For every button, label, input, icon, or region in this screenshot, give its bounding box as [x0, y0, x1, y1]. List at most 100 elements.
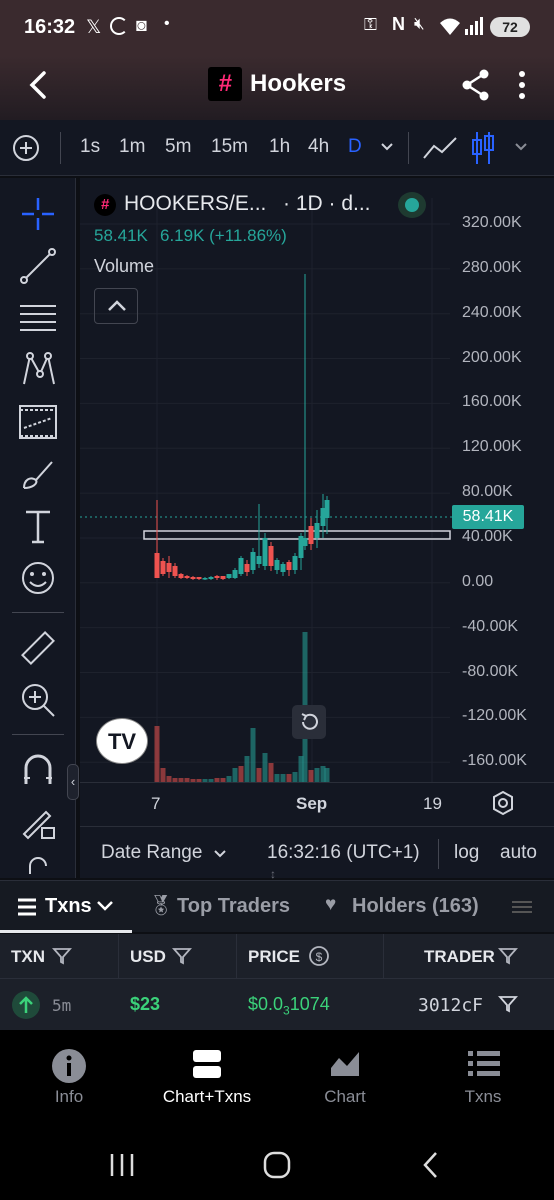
- date-range-button[interactable]: Date Range: [101, 842, 202, 864]
- symbol-logo: #: [94, 194, 116, 216]
- candle-body: [160, 561, 166, 574]
- nav-chart-label: Chart: [324, 1087, 366, 1106]
- filter-icon[interactable]: [498, 947, 518, 965]
- discord-icon: ◙: [136, 15, 147, 35]
- chevron-down-icon[interactable]: [213, 849, 227, 859]
- chevron-down-icon[interactable]: [514, 142, 528, 152]
- txn-price: $0.031074: [248, 994, 330, 1018]
- crosshair-icon[interactable]: [16, 192, 60, 236]
- status-time: 16:32: [24, 16, 76, 38]
- fib-lines-icon[interactable]: [16, 296, 60, 340]
- nav-info[interactable]: Info: [0, 1030, 138, 1130]
- divider: [438, 839, 439, 869]
- filter-icon[interactable]: [172, 947, 192, 965]
- tab-top-traders[interactable]: Top Traders: [177, 895, 290, 918]
- chevron-down-icon[interactable]: [96, 899, 114, 913]
- volume-bar: [286, 774, 292, 782]
- text-icon[interactable]: [16, 504, 60, 548]
- lock-icon[interactable]: [16, 854, 60, 878]
- signal-icon: [465, 17, 483, 35]
- candle-body: [208, 577, 214, 579]
- chart-symbol[interactable]: HOOKERS/E...: [124, 192, 266, 216]
- zoom-in-icon[interactable]: [16, 678, 60, 722]
- drawing-tools-panel: ‹: [0, 178, 79, 878]
- volume-bar: [160, 768, 166, 782]
- col-price: PRICE: [248, 947, 300, 966]
- pattern-icon[interactable]: [16, 348, 60, 392]
- system-back-icon[interactable]: [420, 1150, 442, 1180]
- timeframe-d[interactable]: D: [348, 136, 362, 158]
- chart-txns-icon: [193, 1050, 221, 1078]
- list-icon: [468, 1051, 500, 1076]
- collapse-legend-button[interactable]: [94, 288, 138, 324]
- candlestick-icon[interactable]: [470, 130, 496, 166]
- back-arrow-icon[interactable]: [26, 70, 52, 100]
- divider: [12, 612, 64, 613]
- price-chart[interactable]: # HOOKERS/E... · 1D · d... 58.41K 6.19K …: [80, 178, 554, 878]
- chart-interval[interactable]: · 1D · d...: [283, 192, 371, 216]
- brush-icon[interactable]: [16, 452, 60, 496]
- timeframe-15m[interactable]: 15m: [211, 136, 248, 158]
- timeframe-1h[interactable]: 1h: [269, 136, 290, 158]
- emoji-icon[interactable]: [16, 556, 60, 600]
- sync-icon: [110, 17, 128, 35]
- axis-divider: [80, 782, 554, 783]
- reset-chart-button[interactable]: [292, 705, 326, 739]
- token-logo: #: [208, 67, 242, 101]
- candle-body: [184, 576, 190, 578]
- y-tick-label: -80.00K: [462, 662, 519, 680]
- heart-icon: ♥: [325, 894, 337, 915]
- candle-body: [232, 570, 238, 578]
- tradingview-logo[interactable]: TV: [96, 718, 148, 764]
- liquidity-icon[interactable]: [510, 899, 534, 915]
- candle-body: [274, 560, 280, 570]
- volume-label: Volume: [94, 256, 155, 276]
- candle-body: [314, 523, 320, 538]
- y-tick-label: 80.00K: [462, 483, 513, 501]
- volume-bar: [308, 770, 314, 782]
- market-status: [398, 192, 426, 218]
- timeframe-1s[interactable]: 1s: [80, 136, 100, 158]
- buy-arrow-icon: [12, 991, 40, 1019]
- y-tick-label: 200.00K: [462, 348, 522, 366]
- ruler-icon[interactable]: [16, 626, 60, 670]
- recent-apps-icon[interactable]: [108, 1152, 136, 1178]
- log-scale-toggle[interactable]: log: [454, 842, 479, 864]
- active-tab-indicator: [0, 930, 132, 933]
- y-tick-label: -120.00K: [462, 707, 527, 725]
- area-chart-icon: [331, 1052, 359, 1076]
- filter-icon[interactable]: [498, 995, 518, 1013]
- table-row[interactable]: 5m $23 $0.031074 3012cF: [0, 978, 554, 1030]
- chevron-down-icon[interactable]: [380, 142, 394, 152]
- timeframe-4h[interactable]: 4h: [308, 136, 329, 158]
- auto-scale-toggle[interactable]: auto: [500, 842, 537, 864]
- forecast-icon[interactable]: [16, 400, 60, 444]
- bottom-nav: Info Chart+Txns Chart Txns: [0, 1030, 554, 1130]
- tab-holders[interactable]: Holders (163): [352, 895, 479, 918]
- chart-clock[interactable]: 16:32:16 (UTC+1): [267, 842, 420, 864]
- timeframe-5m[interactable]: 5m: [165, 136, 191, 158]
- tab-txns[interactable]: Txns: [45, 895, 92, 918]
- nav-chart[interactable]: Chart: [276, 1030, 414, 1130]
- nav-chart-txns[interactable]: Chart+Txns: [138, 1030, 276, 1130]
- chart-settings-icon[interactable]: [490, 790, 516, 816]
- resize-handle[interactable]: ↕: [270, 867, 276, 881]
- add-indicator-icon[interactable]: [12, 134, 40, 162]
- collapse-toolbar-button[interactable]: ‹: [67, 764, 79, 800]
- timeframe-1m[interactable]: 1m: [119, 136, 145, 158]
- share-icon[interactable]: [460, 68, 492, 102]
- home-icon[interactable]: [262, 1150, 292, 1180]
- nav-txns-label: Txns: [464, 1087, 502, 1106]
- candle-body: [172, 566, 178, 576]
- filter-icon[interactable]: [52, 947, 72, 965]
- txn-trader[interactable]: 3012cF: [418, 995, 483, 1016]
- line-chart-icon[interactable]: [422, 134, 458, 162]
- trend-line-icon[interactable]: [16, 244, 60, 288]
- magnet-icon[interactable]: [16, 748, 60, 792]
- nav-txns[interactable]: Txns: [414, 1030, 552, 1130]
- divider: [118, 934, 119, 978]
- candle-body: [324, 500, 330, 518]
- more-vertical-icon[interactable]: [514, 68, 530, 102]
- dollar-toggle-icon[interactable]: $: [308, 945, 330, 967]
- lock-drawings-icon[interactable]: [16, 800, 60, 844]
